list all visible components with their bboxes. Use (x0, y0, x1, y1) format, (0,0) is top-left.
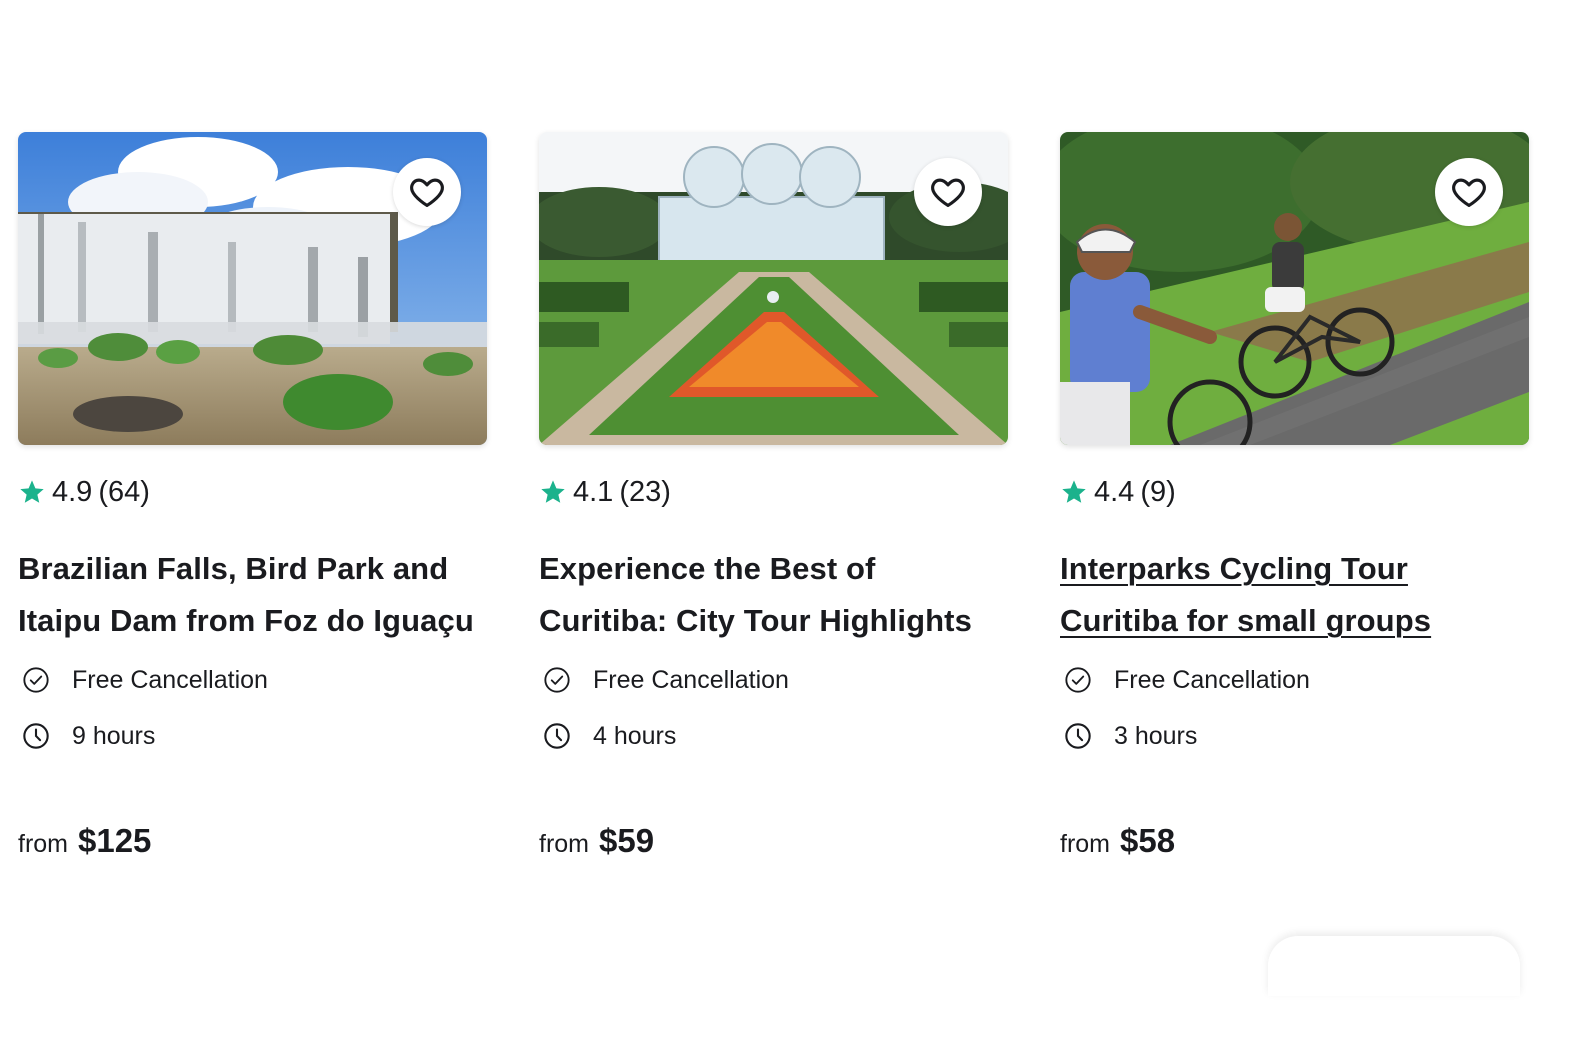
feature-duration: 9 hours (22, 721, 487, 751)
star-icon (539, 478, 567, 506)
price-from-label: from (18, 830, 68, 858)
product-image[interactable] (1060, 132, 1529, 445)
price-value: $58 (1120, 822, 1176, 859)
price-row: from $58 (1060, 822, 1175, 860)
feature-label: 9 hours (72, 722, 156, 750)
product-title[interactable]: Experience the Best of Curitiba: City To… (539, 543, 1008, 647)
rating-row: 4.1 (23) (539, 475, 1008, 509)
check-circle-icon (23, 667, 49, 693)
product-image[interactable] (539, 132, 1008, 445)
product-card-iguacu[interactable]: 4.9 (64) Brazilian Falls, Bird Park and … (18, 132, 487, 892)
clock-icon (544, 723, 570, 749)
heart-outline-icon (1452, 178, 1486, 208)
favorite-button[interactable] (1435, 158, 1503, 226)
feature-duration: 4 hours (543, 721, 1008, 751)
product-card-list: 4.9 (64) Brazilian Falls, Bird Park and … (18, 132, 1529, 892)
product-card-cycling-tour[interactable]: 4.4 (9) Interparks Cycling Tour Curitiba… (1060, 132, 1529, 892)
price-row: from $59 (539, 822, 654, 860)
feature-label: Free Cancellation (593, 666, 789, 694)
feature-label: Free Cancellation (72, 666, 268, 694)
review-count: (23) (619, 476, 671, 508)
feature-cancellation: Free Cancellation (543, 665, 1008, 695)
star-icon (1060, 478, 1088, 506)
feature-label: 3 hours (1114, 722, 1198, 750)
rating-value: 4.9 (52, 476, 93, 508)
feature-cancellation: Free Cancellation (22, 665, 487, 695)
star-icon (18, 478, 46, 506)
product-image[interactable] (18, 132, 487, 445)
price-from-label: from (1060, 830, 1110, 858)
feature-cancellation: Free Cancellation (1064, 665, 1529, 695)
price-row: from $125 (18, 822, 151, 860)
floating-button-partial[interactable] (1268, 936, 1520, 996)
rating-row: 4.4 (9) (1060, 475, 1529, 509)
feature-label: Free Cancellation (1114, 666, 1310, 694)
heart-outline-icon (931, 178, 965, 208)
favorite-button[interactable] (914, 158, 982, 226)
rating-row: 4.9 (64) (18, 475, 487, 509)
rating-value: 4.1 (573, 476, 614, 508)
clock-icon (23, 723, 49, 749)
price-from-label: from (539, 830, 589, 858)
feature-label: 4 hours (593, 722, 677, 750)
heart-outline-icon (410, 178, 444, 208)
clock-icon (1065, 723, 1091, 749)
feature-duration: 3 hours (1064, 721, 1529, 751)
product-card-curitiba-city-tour[interactable]: 4.1 (23) Experience the Best of Curitiba… (539, 132, 1008, 892)
review-count: (64) (98, 476, 150, 508)
rating-value: 4.4 (1094, 476, 1135, 508)
product-title[interactable]: Brazilian Falls, Bird Park and Itaipu Da… (18, 543, 487, 647)
check-circle-icon (1065, 667, 1091, 693)
price-value: $59 (599, 822, 655, 859)
review-count: (9) (1140, 476, 1176, 508)
favorite-button[interactable] (393, 158, 461, 226)
check-circle-icon (544, 667, 570, 693)
price-value: $125 (78, 822, 152, 859)
product-title[interactable]: Interparks Cycling Tour Curitiba for sma… (1060, 543, 1529, 647)
